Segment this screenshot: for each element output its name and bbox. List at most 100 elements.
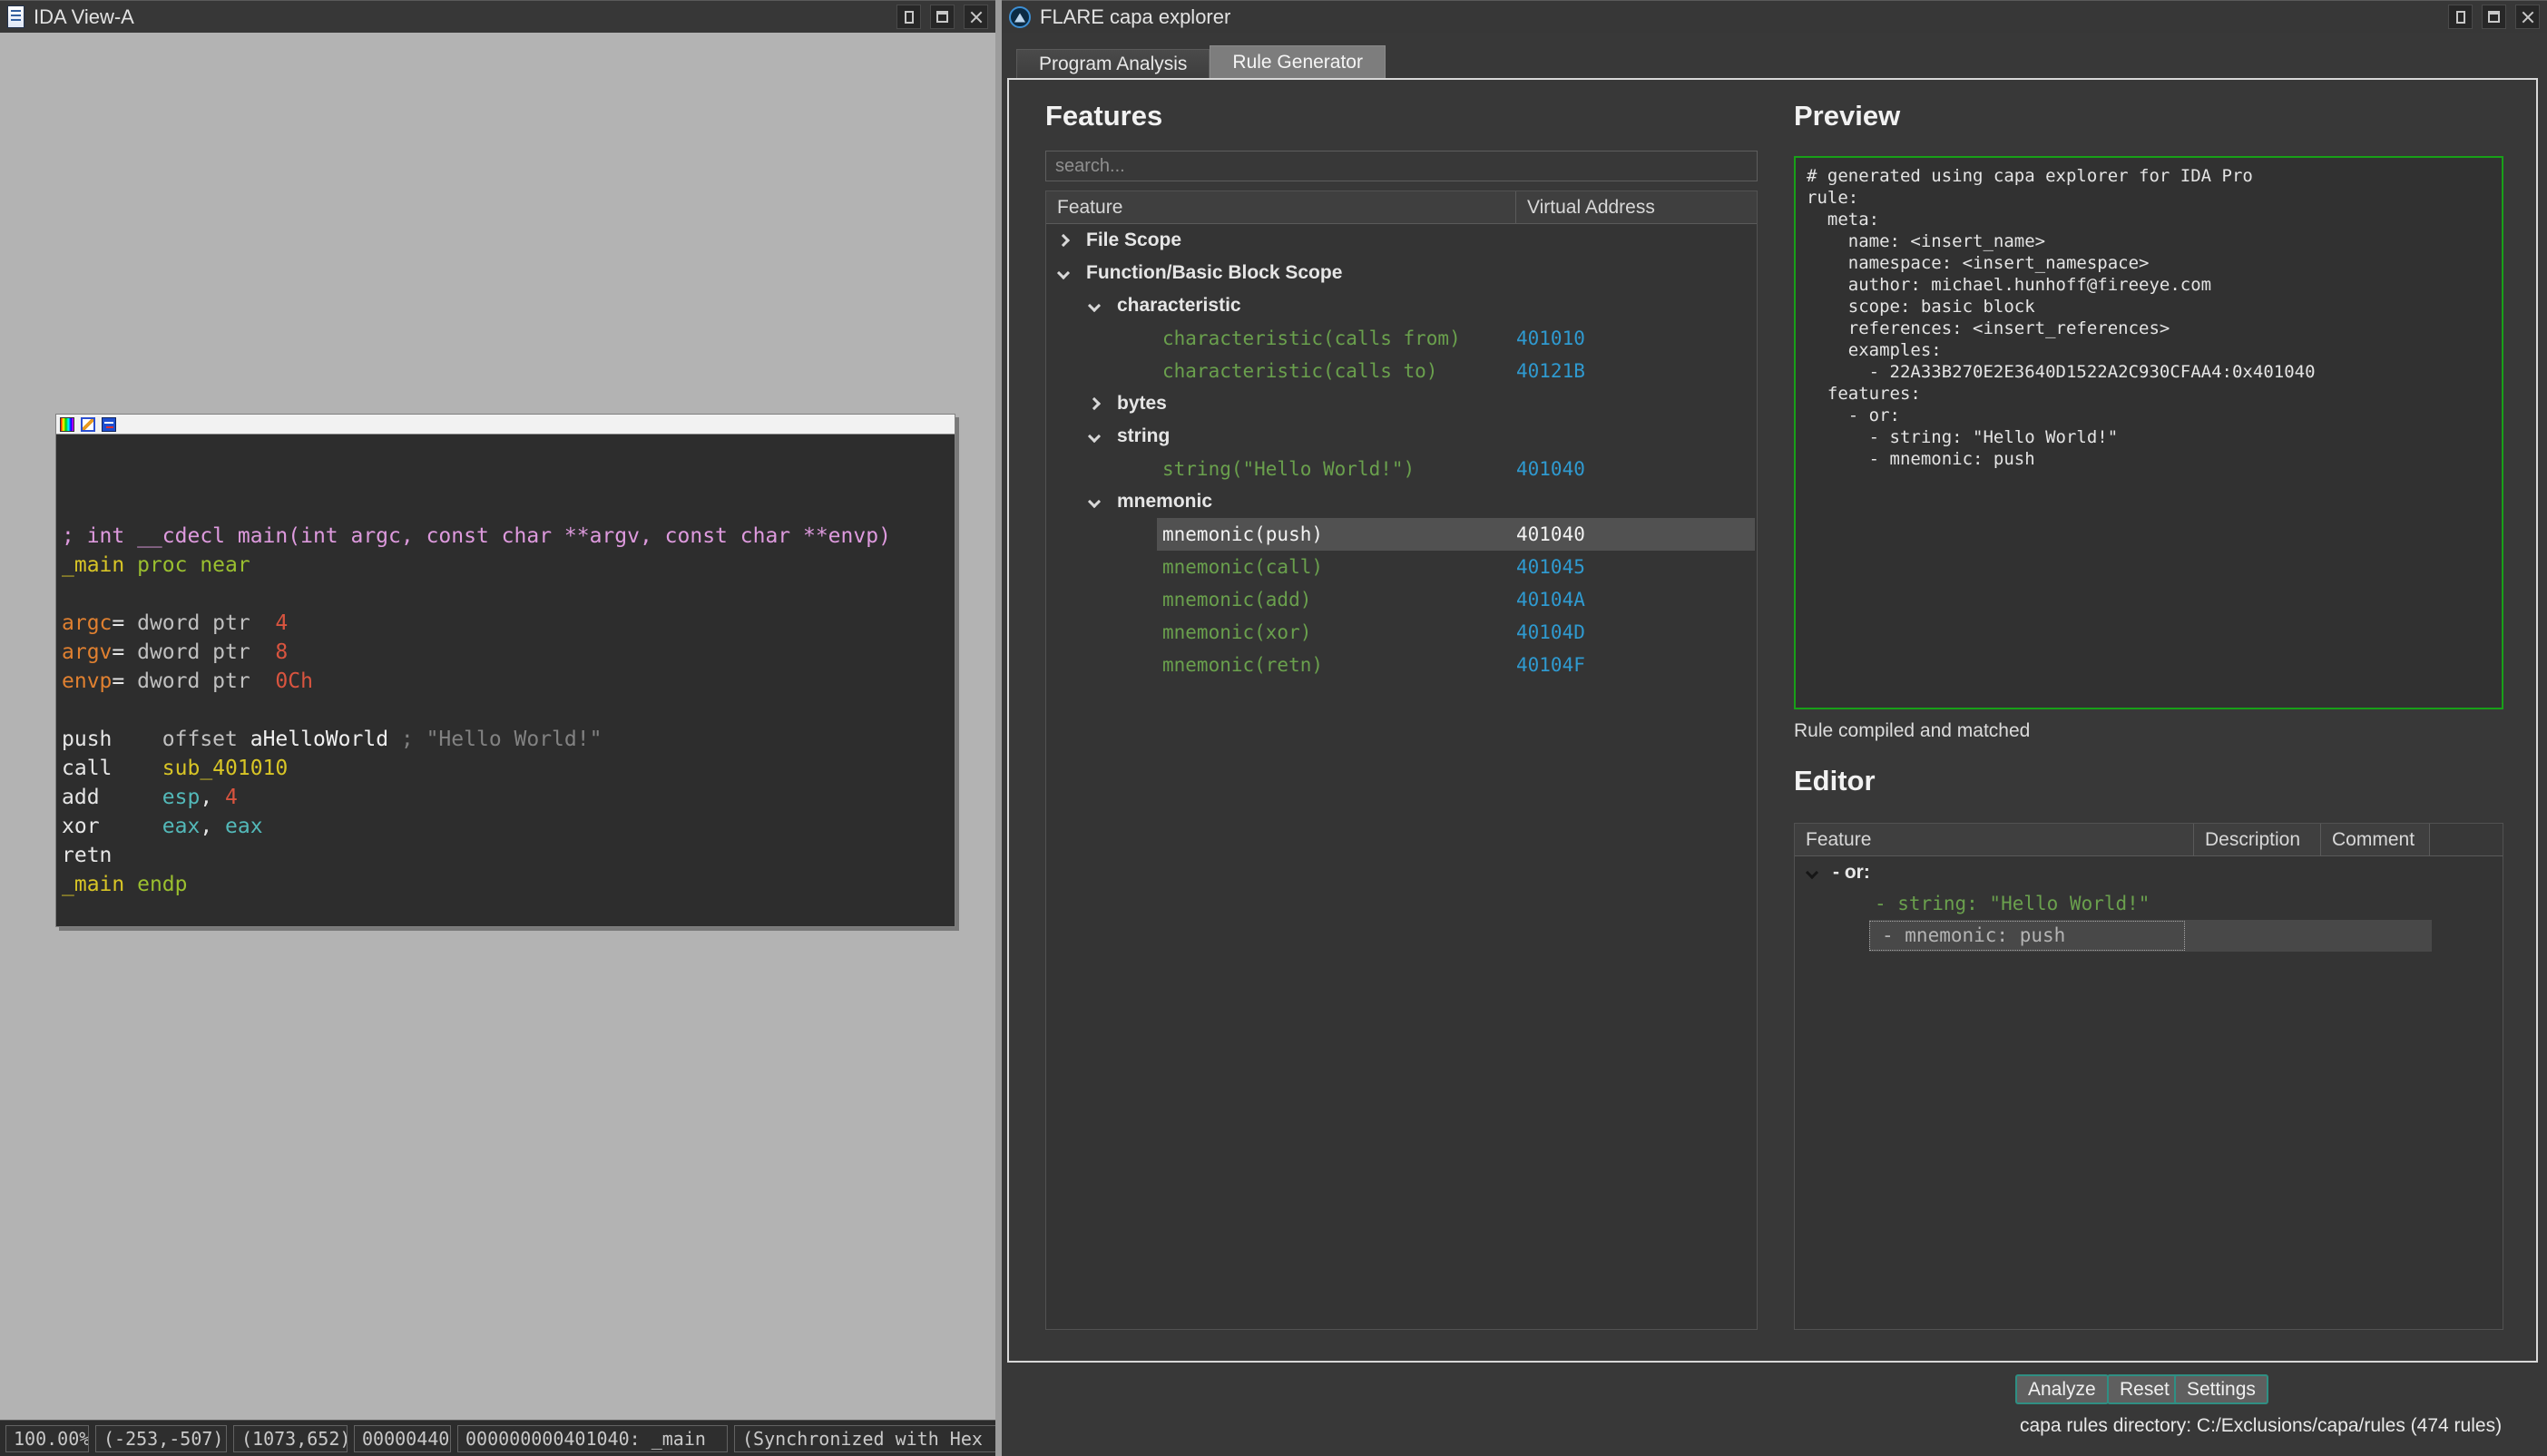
disassembly-line[interactable]: argc= dword ptr 4 bbox=[62, 609, 951, 638]
chevron-down-icon[interactable] bbox=[1088, 430, 1101, 443]
feature-tree-row[interactable]: mnemonic(add)40104A bbox=[1046, 583, 1757, 616]
chevron-down-icon[interactable] bbox=[1806, 866, 1818, 879]
rule-preview-editor[interactable]: # generated using capa explorer for IDA … bbox=[1794, 156, 2503, 709]
features-search-input[interactable] bbox=[1045, 151, 1758, 181]
editor-description-column-header[interactable]: Description bbox=[2194, 824, 2321, 855]
feature-tree-row[interactable]: mnemonic(push)401040 bbox=[1046, 518, 1757, 551]
editor-comment-column-header[interactable]: Comment bbox=[2321, 824, 2430, 855]
capa-window-controls bbox=[2448, 5, 2540, 29]
feature-tree-row[interactable]: characteristic(calls to)40121B bbox=[1046, 355, 1757, 387]
colors-icon[interactable] bbox=[60, 417, 74, 432]
code-token: argc bbox=[62, 611, 112, 635]
feature-tree-row[interactable]: mnemonic(retn)40104F bbox=[1046, 649, 1757, 681]
edit-icon[interactable] bbox=[81, 417, 95, 432]
feature-tree-row[interactable]: mnemonic(call)401045 bbox=[1046, 551, 1757, 583]
code-token: 4 bbox=[275, 611, 288, 635]
editor-row[interactable]: - mnemonic: push bbox=[1795, 920, 2503, 952]
disassembly-line[interactable]: retn bbox=[62, 841, 951, 870]
code-token: , bbox=[200, 815, 225, 838]
capa-explorer-window: FLARE capa explorer Program AnalysisRule… bbox=[1002, 0, 2547, 1456]
feature-tree-row[interactable]: mnemonic bbox=[1046, 485, 1757, 518]
maximize-icon bbox=[936, 11, 948, 23]
virtual-address: 40104D bbox=[1516, 616, 1585, 649]
feature-tree-row[interactable]: characteristic bbox=[1046, 289, 1757, 322]
editor-row[interactable]: - string: "Hello World!" bbox=[1795, 888, 2503, 920]
feature-label: string bbox=[1117, 420, 1170, 453]
tab-program-analysis[interactable]: Program Analysis bbox=[1016, 49, 1210, 78]
editor-feature-column-header[interactable]: Feature bbox=[1795, 824, 2194, 855]
feature-tree-row[interactable]: File Scope bbox=[1046, 224, 1757, 257]
chevron-right-icon[interactable] bbox=[1088, 397, 1101, 410]
feature-label: mnemonic(call) bbox=[1162, 551, 1323, 583]
feature-tree-row[interactable]: bytes bbox=[1046, 387, 1757, 420]
code-token: ; int __cdecl main(int argc, const char … bbox=[62, 524, 891, 548]
disassembly-line[interactable]: push offset aHelloWorld ; "Hello World!" bbox=[62, 725, 951, 754]
ida-status-bar: 100.00%(-253,-507)(1073,652)000004400000… bbox=[0, 1420, 995, 1456]
code-token: xor bbox=[62, 815, 162, 838]
disassembly-line[interactable]: envp= dword ptr 0Ch bbox=[62, 667, 951, 696]
disassembly-line[interactable]: ; int __cdecl main(int argc, const char … bbox=[62, 522, 951, 551]
close-window-button[interactable] bbox=[2515, 5, 2540, 29]
features-tree: File ScopeFunction/Basic Block Scopechar… bbox=[1046, 224, 1757, 681]
feature-label: characteristic bbox=[1117, 289, 1241, 322]
chevron-right-icon[interactable] bbox=[1057, 234, 1070, 247]
code-token: 0Ch bbox=[275, 669, 313, 693]
chevron-down-icon[interactable] bbox=[1057, 267, 1070, 279]
virtual-address-column-header[interactable]: Virtual Address bbox=[1516, 191, 1757, 223]
feature-tree-row[interactable]: string("Hello World!")401040 bbox=[1046, 453, 1757, 485]
capa-logo-icon bbox=[1009, 6, 1031, 28]
close-icon bbox=[2521, 10, 2535, 24]
code-token: eax bbox=[162, 815, 201, 838]
feature-column-header[interactable]: Feature bbox=[1046, 191, 1516, 223]
disassembly-line[interactable] bbox=[62, 580, 951, 609]
feature-tree-row[interactable]: characteristic(calls from)401010 bbox=[1046, 322, 1757, 355]
maximize-window-button[interactable] bbox=[930, 5, 955, 29]
disassembly-window: ; int __cdecl main(int argc, const char … bbox=[55, 414, 955, 927]
disassembly-line[interactable]: add esp, 4 bbox=[62, 783, 951, 812]
disassembly-line[interactable] bbox=[62, 696, 951, 725]
reset-button[interactable]: Reset bbox=[2107, 1374, 2182, 1404]
feature-label: mnemonic bbox=[1117, 485, 1212, 518]
status-segment: 000000000401040: _main bbox=[457, 1425, 728, 1452]
chevron-down-icon[interactable] bbox=[1088, 299, 1101, 312]
code-token: = bbox=[112, 640, 137, 664]
disassembly-line[interactable]: _main proc near bbox=[62, 551, 951, 580]
navigation-icon[interactable] bbox=[102, 417, 116, 432]
maximize-window-button[interactable] bbox=[2482, 5, 2506, 29]
feature-label: File Scope bbox=[1086, 224, 1181, 257]
code-token: _main bbox=[62, 553, 124, 577]
code-token: argv bbox=[62, 640, 112, 664]
editor-row[interactable]: - or: bbox=[1795, 856, 2503, 888]
status-segment: 100.00% bbox=[5, 1425, 89, 1452]
disassembly-line[interactable]: call sub_401010 bbox=[62, 754, 951, 783]
chevron-down-icon[interactable] bbox=[1088, 495, 1101, 508]
analyze-button[interactable]: Analyze bbox=[2015, 1374, 2109, 1404]
editor-header-filler bbox=[2430, 824, 2503, 855]
float-window-button[interactable] bbox=[896, 5, 921, 29]
disassembly-line[interactable]: xor eax, eax bbox=[62, 812, 951, 841]
feature-tree-row[interactable]: string bbox=[1046, 420, 1757, 453]
float-window-button[interactable] bbox=[2448, 5, 2473, 29]
disassembly-line[interactable]: _main endp bbox=[62, 870, 951, 899]
status-segment: 00000440 bbox=[354, 1425, 451, 1452]
virtual-address: 40104A bbox=[1516, 583, 1585, 616]
code-token: aHelloWorld bbox=[250, 728, 388, 751]
code-token: eax bbox=[225, 815, 263, 838]
editor-header: Feature Description Comment bbox=[1795, 824, 2503, 856]
virtual-address: 40104F bbox=[1516, 649, 1585, 681]
code-token: offset bbox=[162, 728, 250, 751]
ida-window-controls bbox=[896, 5, 988, 29]
settings-button[interactable]: Settings bbox=[2174, 1374, 2268, 1404]
disassembly-listing[interactable]: ; int __cdecl main(int argc, const char … bbox=[56, 435, 955, 899]
capa-window-title: FLARE capa explorer bbox=[1040, 5, 1230, 29]
status-segment: (-253,-507) bbox=[95, 1425, 227, 1452]
code-token: , bbox=[200, 786, 225, 809]
tab-rule-generator[interactable]: Rule Generator bbox=[1210, 45, 1386, 78]
virtual-address: 401040 bbox=[1516, 518, 1585, 551]
feature-tree-row[interactable]: mnemonic(xor)40104D bbox=[1046, 616, 1757, 649]
feature-tree-row[interactable]: Function/Basic Block Scope bbox=[1046, 257, 1757, 289]
close-window-button[interactable] bbox=[964, 5, 988, 29]
disassembly-line[interactable]: argv= dword ptr 8 bbox=[62, 638, 951, 667]
code-token: = bbox=[112, 669, 137, 693]
code-token: dword ptr bbox=[137, 640, 275, 664]
